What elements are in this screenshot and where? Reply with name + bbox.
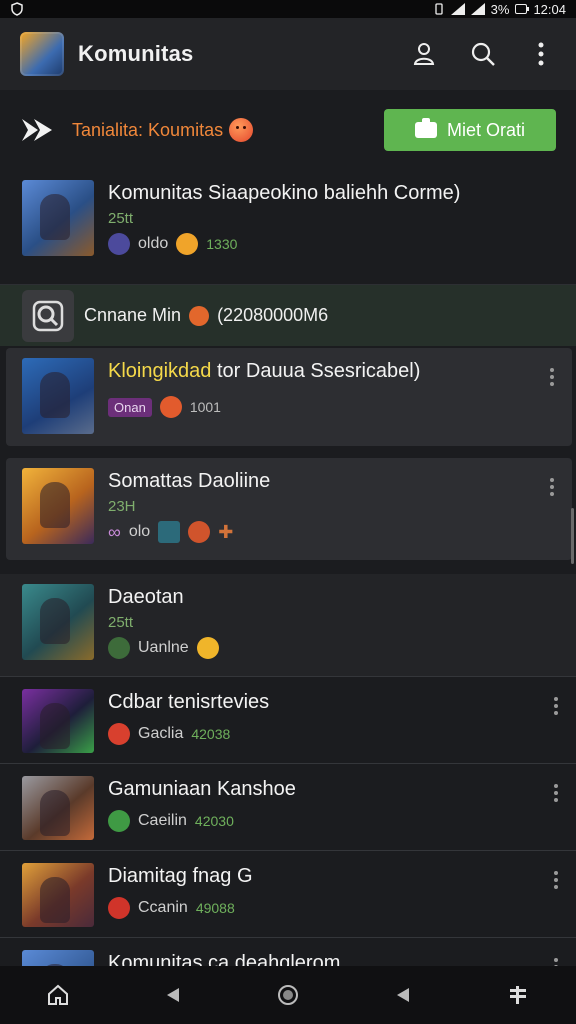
circle-icon bbox=[277, 985, 298, 1005]
search-icon bbox=[471, 42, 495, 66]
clock: 12:04 bbox=[533, 1, 566, 17]
more-menu-button[interactable] bbox=[526, 39, 556, 69]
wifi-icon bbox=[470, 3, 485, 15]
emoji-icon bbox=[188, 521, 211, 543]
community-avatar[interactable] bbox=[20, 32, 64, 76]
item-count: 42030 bbox=[194, 813, 234, 829]
more-vertical-icon bbox=[538, 42, 544, 66]
thumbnail bbox=[22, 584, 94, 660]
list-item-card[interactable]: Daeotan 25tt Uanlne bbox=[0, 574, 576, 676]
lens-icon bbox=[22, 289, 74, 342]
arrow-icon bbox=[20, 115, 56, 145]
signal-icon bbox=[450, 3, 465, 15]
item-count: 49088 bbox=[195, 900, 235, 916]
list-item[interactable]: Komunitas Siaapeokino baliehh Corme) 25t… bbox=[0, 170, 576, 256]
list-item[interactable]: Gamuniaan Kanshoe Caeilin 42030 bbox=[0, 763, 576, 850]
thumbnail bbox=[22, 776, 94, 840]
item-count: 42038 bbox=[191, 726, 231, 742]
item-title: Gamuniaan Kanshoe bbox=[108, 778, 296, 800]
community-list: Komunitas Siaapeokino baliehh Corme) 25t… bbox=[0, 170, 576, 990]
item-title-highlight: Kloingikdad bbox=[108, 360, 212, 382]
item-meta: Gaclia bbox=[138, 725, 184, 742]
thumbnail bbox=[22, 689, 94, 753]
thumbnail bbox=[22, 358, 94, 434]
prev-button[interactable] bbox=[388, 980, 418, 1010]
grid-icon bbox=[510, 986, 527, 1004]
item-title: Komunitas Siaapeokino baliehh Corme) bbox=[108, 182, 461, 204]
add-user-button[interactable] bbox=[410, 39, 440, 69]
item-more-button[interactable] bbox=[554, 871, 558, 889]
item-more-button[interactable] bbox=[550, 478, 554, 496]
back-button[interactable] bbox=[158, 980, 188, 1010]
page-title: Komunitas bbox=[78, 41, 194, 66]
item-subtitle: 23H bbox=[108, 498, 136, 515]
battery-percent: 3% bbox=[490, 1, 510, 17]
vibrate-icon bbox=[435, 3, 443, 15]
home-button[interactable] bbox=[43, 980, 73, 1010]
bottom-navigation bbox=[0, 966, 576, 1024]
shield-icon bbox=[11, 2, 23, 16]
section-header: Cnnane Min (22080000M6 bbox=[0, 284, 576, 346]
list-item-card[interactable]: Kloingikdad tor Dauua Ssesricabel) Onan … bbox=[6, 348, 572, 446]
infinity-icon: ∞ bbox=[108, 521, 121, 542]
thumbnail bbox=[22, 863, 94, 927]
chart-icon bbox=[158, 521, 181, 543]
emoji-icon bbox=[196, 637, 219, 659]
app-bar: Komunitas bbox=[0, 18, 576, 90]
list-item[interactable]: Cdbar tenisrtevies Gaclia 42038 bbox=[0, 676, 576, 763]
thumbnail bbox=[22, 468, 94, 544]
heart-badge-icon bbox=[108, 723, 130, 745]
community-banner: Tanialita: Koumitas Miet Orati bbox=[0, 90, 576, 170]
cross-icon: ✚ bbox=[218, 521, 234, 542]
join-button-label: Miet Orati bbox=[446, 119, 525, 140]
item-subtitle: 25tt bbox=[108, 210, 134, 227]
item-title: Cdbar tenisrtevies bbox=[108, 691, 270, 713]
shield-badge-icon bbox=[108, 233, 130, 255]
thumbnail bbox=[22, 180, 94, 256]
scrollbar[interactable] bbox=[571, 508, 574, 564]
section-label: Cnnane Min bbox=[84, 305, 182, 325]
item-tag: Onan bbox=[108, 397, 152, 417]
item-meta: Caeilin bbox=[138, 812, 187, 829]
item-title: tor Dauua Ssesricabel) bbox=[211, 360, 421, 382]
list-item[interactable]: Diamitag fnag G Ccanin 49088 bbox=[0, 850, 576, 937]
item-title: Diamitag fnag G bbox=[108, 865, 253, 887]
item-more-button[interactable] bbox=[554, 697, 558, 715]
shield-badge-icon bbox=[108, 637, 130, 659]
item-meta: Uanlne bbox=[138, 639, 189, 656]
leaf-badge-icon bbox=[108, 810, 130, 832]
item-meta: oldo bbox=[138, 235, 169, 252]
emoji-icon bbox=[176, 233, 199, 255]
status-bar: 3% 12:04 bbox=[0, 0, 576, 18]
menu-button[interactable] bbox=[503, 980, 533, 1010]
back-triangle-icon bbox=[166, 988, 179, 1002]
item-title: Somattas Daoliine bbox=[108, 470, 271, 492]
list-item-card[interactable]: Somattas Daoliine 23H ∞ olo ✚ bbox=[6, 458, 572, 560]
emoji-icon bbox=[159, 396, 182, 418]
banner-text: Tanialita: Koumitas bbox=[72, 119, 224, 140]
join-button[interactable]: Miet Orati bbox=[384, 109, 556, 151]
item-more-button[interactable] bbox=[554, 784, 558, 802]
item-count: 1330 bbox=[206, 236, 238, 252]
home-icon bbox=[47, 984, 68, 1005]
section-count: (22080000M6 bbox=[217, 305, 329, 325]
add-user-icon bbox=[413, 43, 435, 65]
emoji-icon bbox=[189, 305, 210, 326]
home-circle-button[interactable] bbox=[273, 980, 303, 1010]
angry-face-icon bbox=[229, 118, 254, 142]
camera-icon bbox=[414, 118, 437, 138]
item-meta: Ccanin bbox=[138, 899, 188, 916]
back-triangle-icon bbox=[397, 988, 410, 1002]
item-subtitle: 25tt bbox=[108, 614, 134, 631]
item-title: Daeotan bbox=[108, 586, 184, 608]
item-count: 1001 bbox=[189, 399, 221, 415]
search-button[interactable] bbox=[468, 39, 498, 69]
item-meta: olo bbox=[128, 523, 151, 540]
flame-badge-icon bbox=[108, 897, 130, 919]
item-more-button[interactable] bbox=[550, 368, 554, 386]
battery-icon bbox=[515, 4, 530, 14]
